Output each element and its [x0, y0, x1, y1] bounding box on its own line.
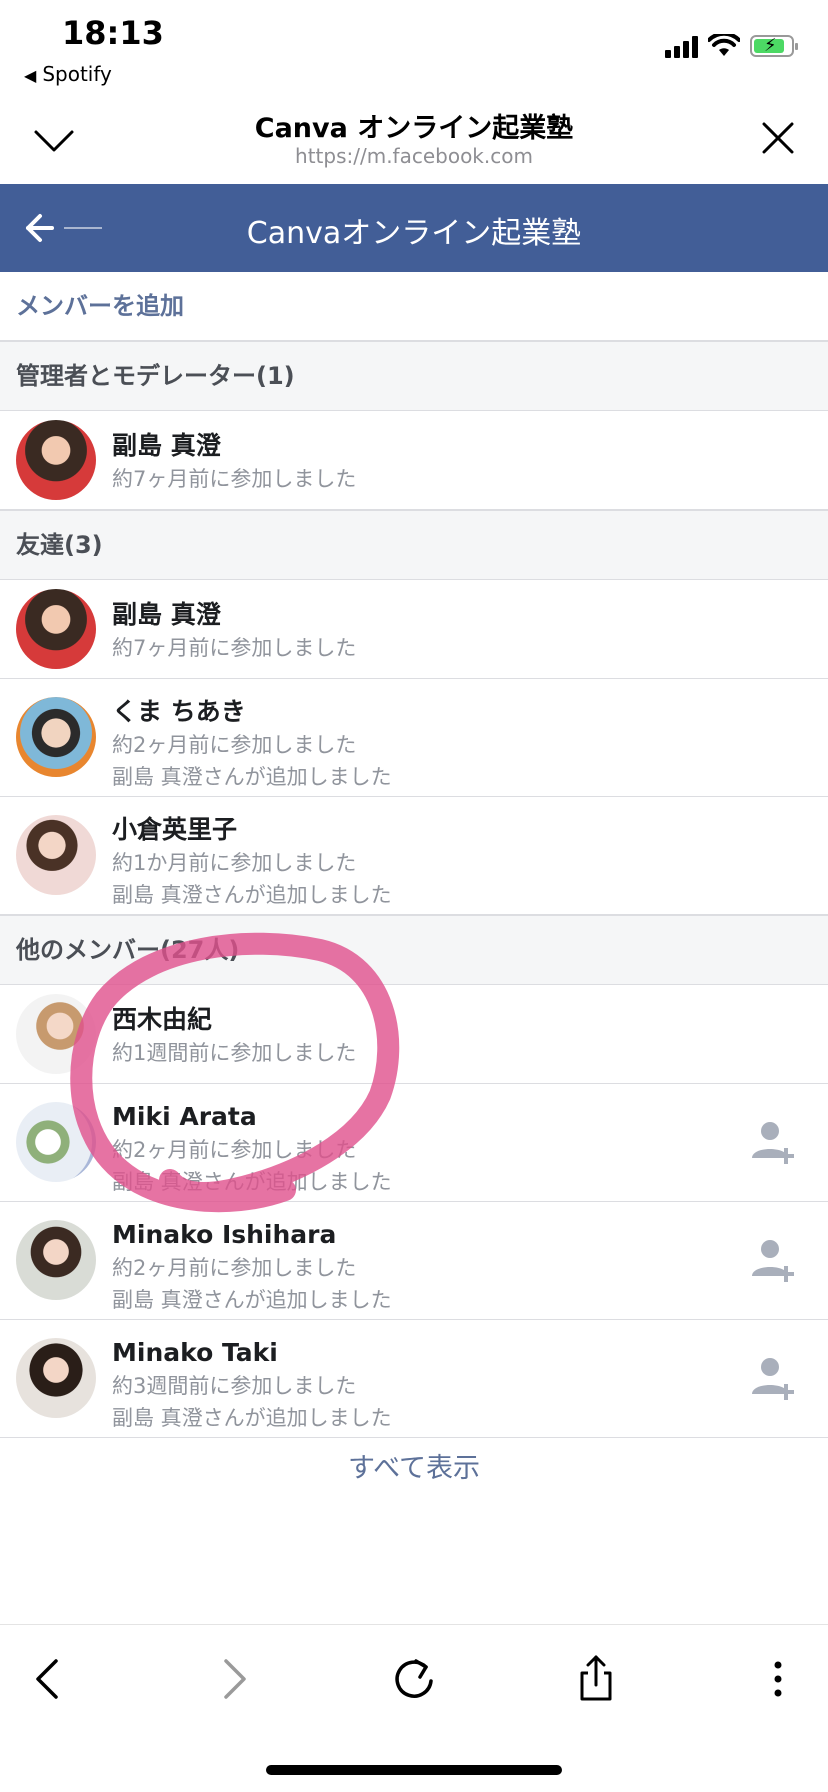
member-name[interactable]: 副島 真澄 — [112, 598, 356, 632]
status-bar: 18:13 ◀ Spotify ⚡ — [0, 0, 828, 96]
member-name[interactable]: Miki Arata — [112, 1100, 392, 1134]
add-member-link[interactable]: メンバーを追加 — [0, 272, 828, 341]
fb-navbar: Canvaオンライン起業塾 — [0, 184, 828, 272]
close-icon[interactable] — [758, 118, 798, 158]
member-row[interactable]: 小倉英里子 約1か月前に参加しました 副島 真澄さんが追加しました — [0, 797, 828, 915]
more-icon[interactable] — [750, 1651, 806, 1707]
member-joined: 約1週間前に参加しました — [112, 1041, 357, 1065]
section-friends-title: 友達(3) — [0, 510, 828, 580]
member-row[interactable]: Minako Ishihara 約2ヶ月前に参加しました 副島 真澄さんが追加し… — [0, 1202, 828, 1320]
member-joined: 約3週間前に参加しました — [112, 1374, 357, 1398]
member-row[interactable]: Minako Taki 約3週間前に参加しました 副島 真澄さんが追加しました — [0, 1320, 828, 1438]
cellular-signal-icon — [665, 34, 698, 58]
member-joined: 約2ヶ月前に参加しました — [112, 733, 357, 757]
back-to-app-link[interactable]: ◀ Spotify — [24, 62, 112, 86]
avatar[interactable] — [16, 1338, 96, 1418]
member-row[interactable]: 副島 真澄 約7ヶ月前に参加しました — [0, 411, 828, 510]
add-friend-icon[interactable] — [750, 1354, 798, 1402]
group-title: Canvaオンライン起業塾 — [246, 216, 582, 251]
member-joined: 約2ヶ月前に参加しました — [112, 1256, 357, 1280]
add-friend-icon[interactable] — [750, 1118, 798, 1166]
member-name[interactable]: Minako Taki — [112, 1336, 392, 1370]
avatar[interactable] — [16, 697, 96, 777]
member-name[interactable]: Minako Ishihara — [112, 1218, 392, 1252]
section-others-title: 他のメンバー(27人) — [0, 915, 828, 985]
member-row[interactable]: Miki Arata 約2ヶ月前に参加しました 副島 真澄さんが追加しました — [0, 1084, 828, 1202]
member-added-by: 副島 真澄さんが追加しました — [112, 765, 392, 789]
avatar[interactable] — [16, 1220, 96, 1300]
member-added-by: 副島 真澄さんが追加しました — [112, 1406, 392, 1430]
avatar[interactable] — [16, 420, 96, 500]
status-time: 18:13 — [62, 14, 164, 52]
share-icon[interactable] — [568, 1651, 624, 1707]
back-icon[interactable] — [22, 1651, 78, 1707]
avatar[interactable] — [16, 815, 96, 895]
member-name[interactable]: 小倉英里子 — [112, 813, 392, 847]
member-name[interactable]: 副島 真澄 — [112, 429, 356, 463]
member-name[interactable]: くま ちあき — [112, 695, 392, 729]
browser-toolbar — [0, 1624, 828, 1745]
wifi-icon — [708, 34, 740, 56]
member-joined: 約1か月前に参加しました — [112, 851, 357, 875]
back-triangle-icon: ◀ — [24, 66, 37, 85]
back-app-label: Spotify — [42, 62, 112, 86]
browser-page-title: Canva オンライン起業塾 — [254, 113, 574, 144]
avatar[interactable] — [16, 589, 96, 669]
avatar[interactable] — [16, 1102, 96, 1182]
member-added-by: 副島 真澄さんが追加しました — [112, 883, 392, 907]
home-indicator[interactable] — [266, 1765, 562, 1775]
member-joined: 約7ヶ月前に参加しました — [112, 467, 357, 491]
member-row[interactable]: 副島 真澄 約7ヶ月前に参加しました — [0, 580, 828, 679]
forward-icon[interactable] — [204, 1651, 260, 1707]
avatar[interactable] — [16, 994, 96, 1074]
browser-url: https://m.facebook.com — [295, 144, 533, 168]
member-row[interactable]: 西木由紀 約1週間前に参加しました — [0, 985, 828, 1084]
show-all-link[interactable]: すべて表示 — [0, 1438, 828, 1500]
battery-icon: ⚡ — [750, 35, 798, 57]
member-row[interactable]: くま ちあき 約2ヶ月前に参加しました 副島 真澄さんが追加しました — [0, 679, 828, 797]
system-icons: ⚡ — [665, 34, 798, 58]
section-admins-title: 管理者とモデレーター(1) — [0, 341, 828, 411]
browser-header: Canva オンライン起業塾 https://m.facebook.com — [0, 96, 828, 184]
reload-icon[interactable] — [386, 1651, 442, 1707]
member-joined: 約2ヶ月前に参加しました — [112, 1138, 357, 1162]
member-joined: 約7ヶ月前に参加しました — [112, 636, 357, 660]
member-list: メンバーを追加 管理者とモデレーター(1) 副島 真澄 約7ヶ月前に参加しました… — [0, 272, 828, 1500]
member-added-by: 副島 真澄さんが追加しました — [112, 1170, 392, 1194]
member-name[interactable]: 西木由紀 — [112, 1003, 356, 1037]
add-friend-icon[interactable] — [750, 1236, 798, 1284]
member-added-by: 副島 真澄さんが追加しました — [112, 1288, 392, 1312]
